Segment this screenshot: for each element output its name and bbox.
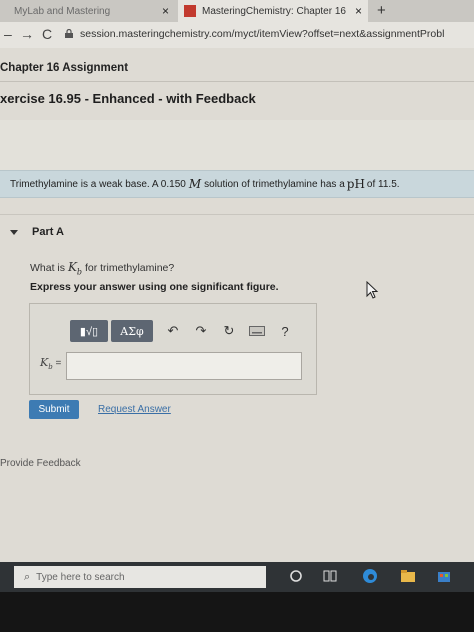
divider: [0, 81, 474, 82]
question-text-2: for trimethylamine?: [84, 262, 175, 274]
instruction-text: Express your answer using one significan…: [30, 281, 279, 293]
kb-symbol: Kb: [40, 356, 53, 372]
assignment-title[interactable]: Chapter 16 Assignment: [0, 62, 128, 74]
question-text-1: What is: [30, 262, 66, 274]
answer-input[interactable]: [66, 352, 302, 380]
reload-icon[interactable]: C: [42, 26, 52, 42]
exercise-title: xercise 16.95 - Enhanced - with Feedback: [0, 91, 256, 106]
taskbar-search[interactable]: ⌕ Type here to search: [14, 566, 266, 588]
reset-icon[interactable]: ↻: [218, 320, 240, 342]
windows-taskbar: ⌕ Type here to search: [0, 562, 474, 592]
address-bar: – → C session.masteringchemistry.com/myc…: [0, 22, 474, 48]
kb-symbol: Kb: [67, 260, 83, 277]
equals-sign: =: [55, 358, 62, 369]
molarity-symbol: M: [188, 177, 202, 191]
answer-box: ▮√▯ ΑΣφ ↶ ↷ ↻ ? Kb =: [29, 303, 317, 395]
taskbar-search-placeholder: Type here to search: [36, 571, 125, 583]
ph-symbol: pH: [346, 177, 365, 191]
templates-button[interactable]: ▮√▯: [70, 320, 108, 342]
close-icon[interactable]: ×: [162, 4, 169, 18]
tab-mylab[interactable]: MyLab and Mastering ×: [0, 0, 175, 22]
problem-text-1: Trimethylamine is a weak base. A 0.150: [10, 178, 186, 190]
assignment-page: Chapter 16 Assignment xercise 16.95 - En…: [0, 48, 474, 590]
monitor-bezel: [0, 592, 474, 632]
problem-statement: Trimethylamine is a weak base. A 0.150 M…: [0, 170, 474, 198]
provide-feedback-link[interactable]: Provide Feedback: [0, 458, 81, 469]
store-icon[interactable]: [436, 568, 452, 584]
part-a-heading[interactable]: Part A: [32, 226, 64, 238]
tab-mylab-label: MyLab and Mastering: [14, 5, 111, 17]
forward-arrow-icon[interactable]: →: [20, 26, 34, 42]
question-text: What is Kb for trimethylamine?: [30, 260, 174, 276]
browser-window: MyLab and Mastering × MasteringChemistry…: [0, 0, 474, 590]
file-explorer-icon[interactable]: [400, 568, 416, 584]
search-icon: ⌕: [24, 570, 31, 583]
keyboard-shape: [249, 326, 265, 336]
tab-masteringchemistry[interactable]: MasteringChemistry: Chapter 16 ×: [178, 0, 368, 22]
tab-masteringchemistry-label: MasteringChemistry: Chapter 16: [202, 5, 346, 17]
answer-label: Kb =: [40, 356, 61, 371]
task-view-icon[interactable]: [322, 568, 338, 584]
header-band: [0, 120, 474, 170]
url-field[interactable]: session.masteringchemistry.com/myct/item…: [80, 28, 444, 40]
redo-icon[interactable]: ↷: [190, 320, 212, 342]
submit-button[interactable]: Submit: [29, 400, 79, 419]
new-tab-button[interactable]: +: [377, 2, 386, 19]
request-answer-link[interactable]: Request Answer: [98, 404, 171, 415]
cortana-icon[interactable]: [288, 568, 304, 584]
problem-text-3: of 11.5.: [366, 178, 400, 190]
divider: [0, 214, 474, 215]
tab-strip: MyLab and Mastering × MasteringChemistry…: [0, 0, 474, 22]
undo-icon[interactable]: ↶: [162, 320, 184, 342]
edge-browser-icon[interactable]: [362, 568, 378, 584]
mouse-cursor-icon: [366, 281, 379, 299]
back-arrow-icon[interactable]: –: [4, 26, 12, 42]
keyboard-icon[interactable]: [246, 320, 268, 342]
collapse-caret-icon[interactable]: [10, 230, 18, 235]
close-icon[interactable]: ×: [355, 4, 362, 18]
greek-symbols-button[interactable]: ΑΣφ: [111, 320, 153, 342]
lock-icon: [65, 29, 73, 38]
problem-text-2: solution of trimethylamine has a: [204, 178, 345, 190]
help-icon[interactable]: ?: [274, 320, 296, 342]
mastering-favicon-icon: [184, 5, 196, 17]
math-toolbar: ▮√▯ ΑΣφ ↶ ↷ ↻ ?: [70, 320, 296, 342]
